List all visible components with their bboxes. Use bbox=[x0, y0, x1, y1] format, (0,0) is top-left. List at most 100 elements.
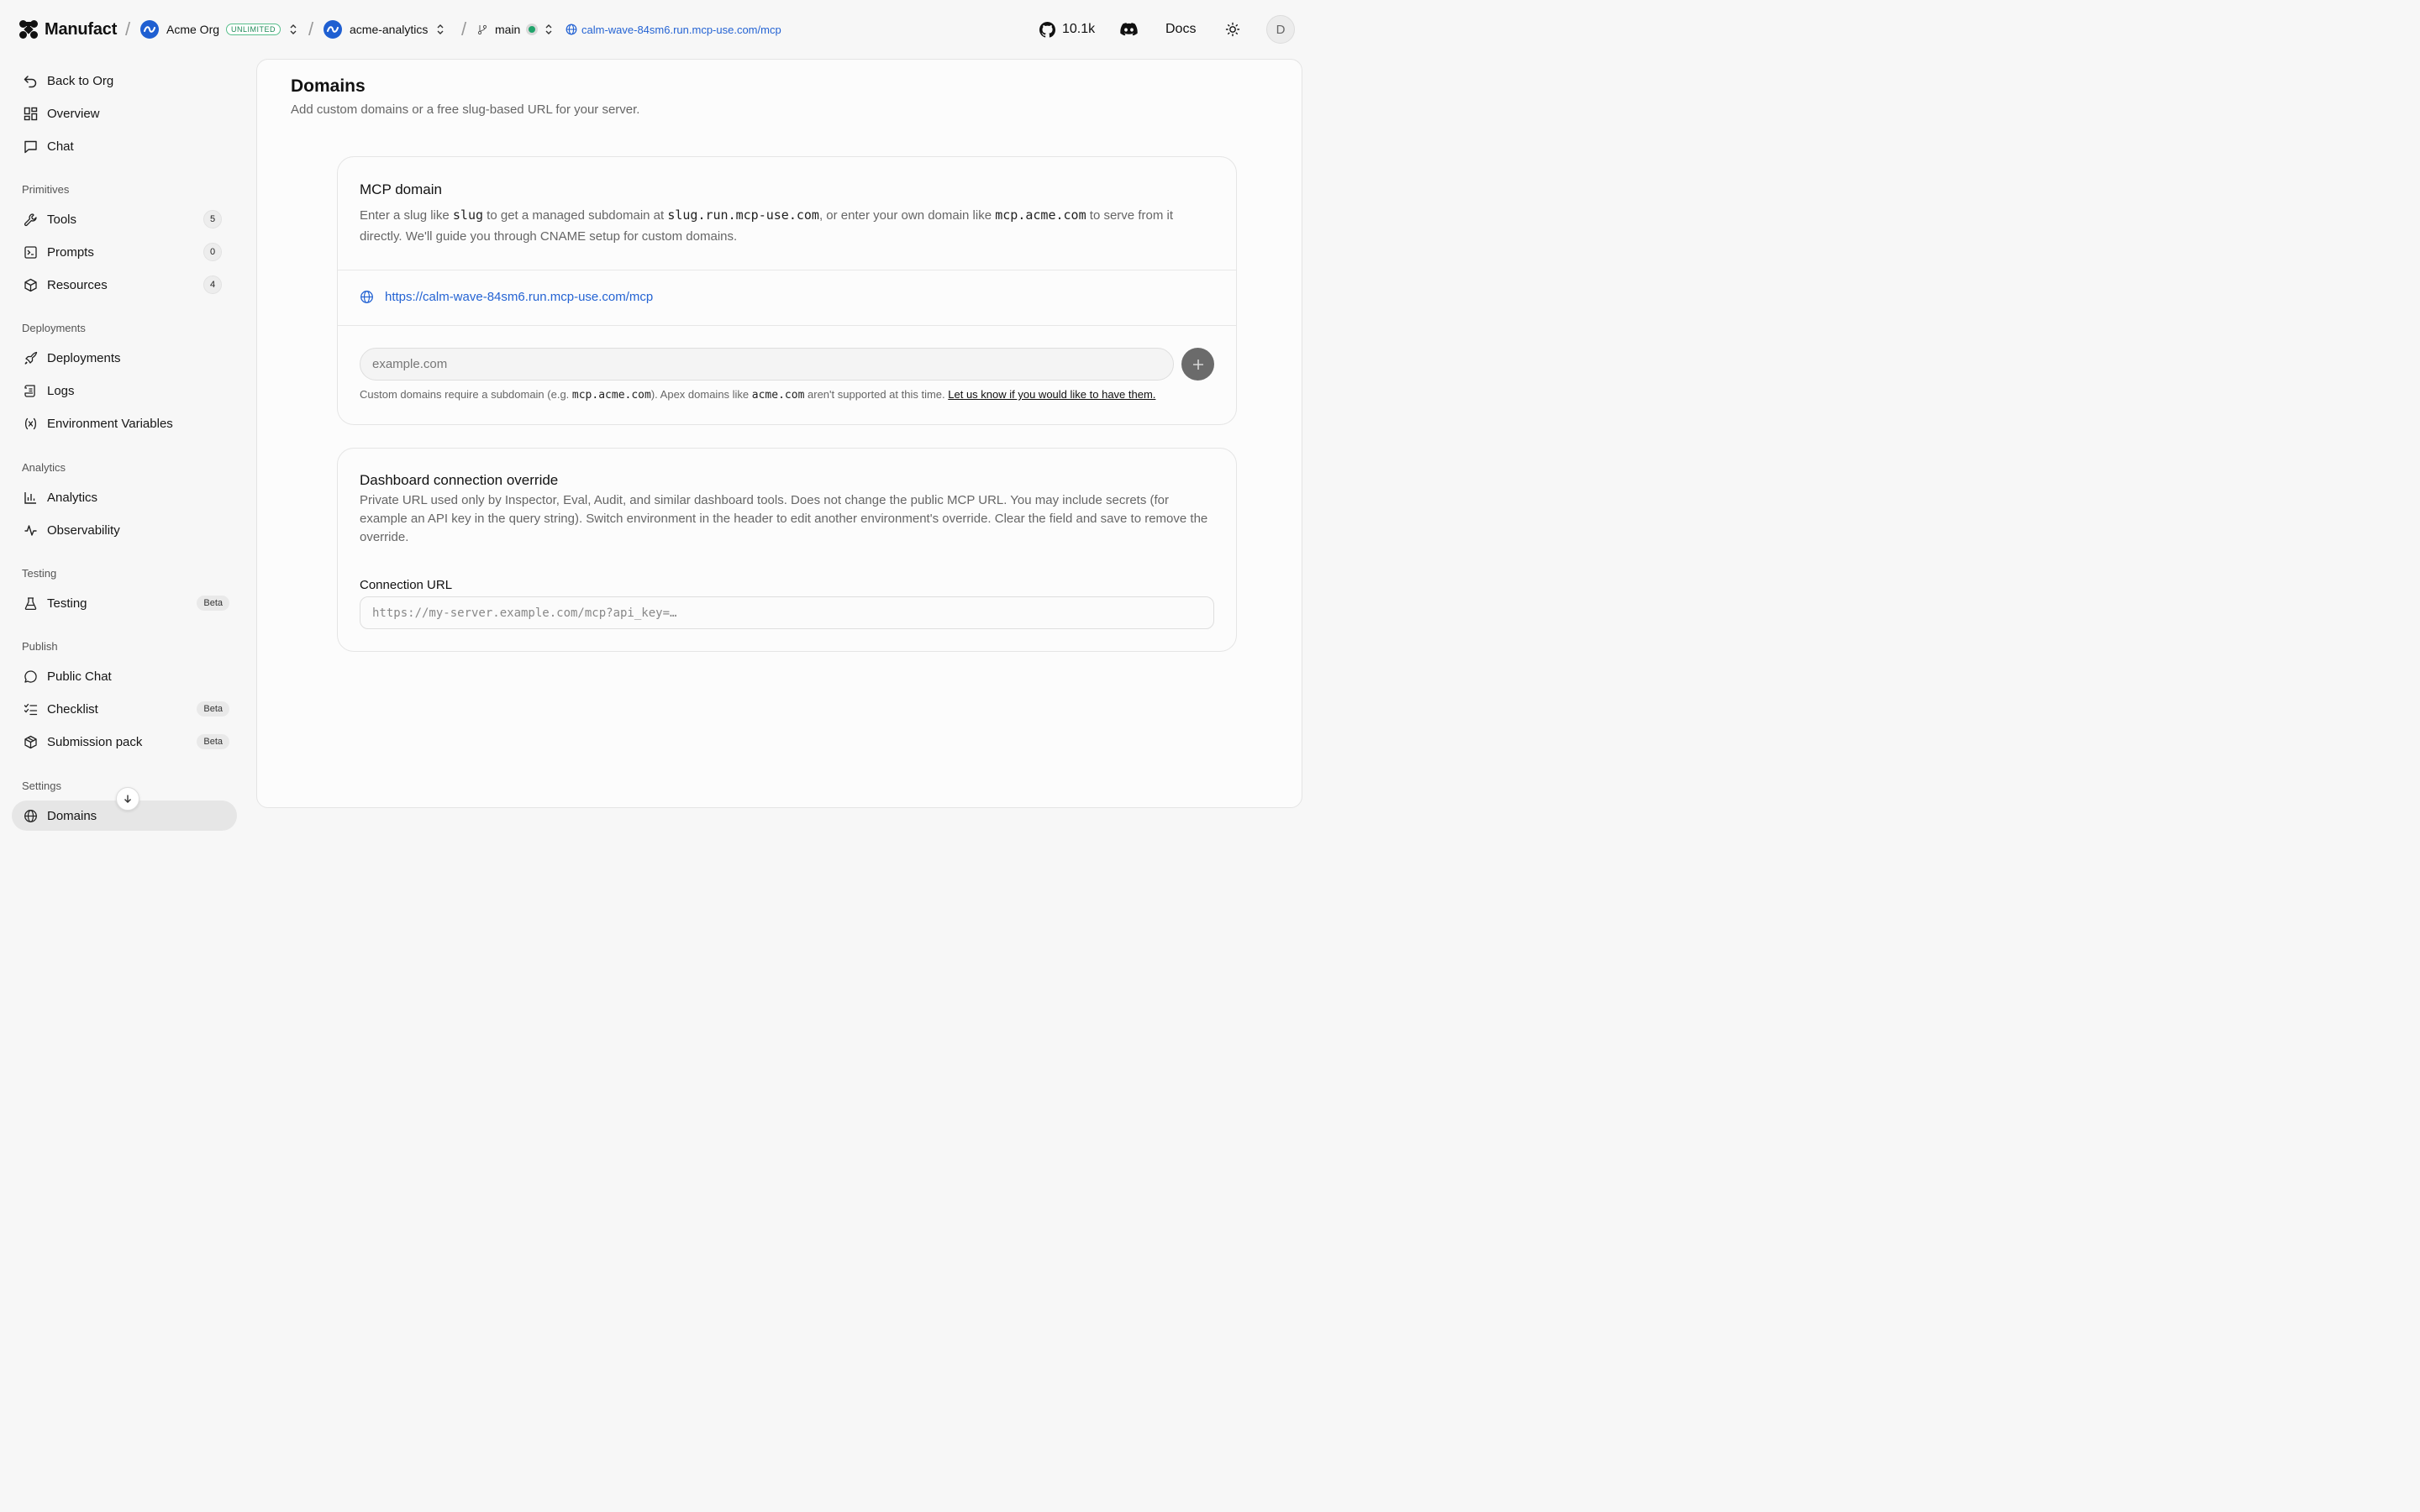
section-label-settings: Settings bbox=[22, 780, 61, 792]
sidebar-item-testing[interactable]: Testing Beta bbox=[12, 588, 237, 618]
connection-url-input[interactable]: https://my-server.example.com/mcp?api_ke… bbox=[360, 596, 1214, 629]
avatar: D bbox=[1266, 15, 1295, 44]
count-badge: 0 bbox=[203, 243, 222, 261]
sidebar-item-label: Testing bbox=[47, 596, 87, 611]
breadcrumb-separator: / bbox=[308, 18, 314, 39]
sidebar-item-label: Environment Variables bbox=[47, 416, 173, 431]
section-label-primitives: Primitives bbox=[22, 183, 70, 196]
chevron-updown-icon bbox=[435, 24, 445, 35]
server-url-link[interactable]: calm-wave-84sm6.run.mcp-use.com/mcp bbox=[566, 0, 781, 59]
github-link[interactable]: 10.1k bbox=[1039, 0, 1095, 59]
sidebar-item-public-chat[interactable]: Public Chat bbox=[12, 661, 237, 691]
feedback-link[interactable]: Let us know if you would like to have th… bbox=[948, 388, 1155, 401]
server-url: calm-wave-84sm6.run.mcp-use.com/mcp bbox=[581, 23, 781, 36]
sidebar-item-resources[interactable]: Resources 4 bbox=[12, 270, 237, 300]
page-title: Domains bbox=[291, 76, 366, 96]
package-icon bbox=[22, 733, 39, 750]
main-panel: Domains Add custom domains or a free slu… bbox=[256, 59, 1302, 808]
plus-icon bbox=[1192, 359, 1204, 370]
sidebar-item-tools[interactable]: Tools 5 bbox=[12, 204, 237, 234]
flask-icon bbox=[22, 595, 39, 612]
breadcrumb-separator: / bbox=[125, 18, 131, 39]
sun-icon bbox=[1225, 22, 1240, 37]
breadcrumb-separator: / bbox=[461, 18, 467, 39]
section-label-analytics: Analytics bbox=[22, 461, 66, 474]
bar-chart-icon bbox=[22, 489, 39, 506]
sidebar-item-label: Public Chat bbox=[47, 669, 112, 684]
sidebar-item-label: Tools bbox=[47, 212, 77, 227]
card-description: Enter a slug like slug to get a managed … bbox=[360, 207, 1173, 244]
page-subtitle: Add custom domains or a free slug-based … bbox=[291, 102, 640, 117]
discord-link[interactable] bbox=[1120, 0, 1138, 59]
sidebar: Back to Org Overview Chat Primitives Too… bbox=[0, 59, 252, 831]
sidebar-item-label: Logs bbox=[47, 383, 75, 398]
top-bar: Manufact / Acme Org UNLIMITED / acme-ana… bbox=[0, 0, 1318, 59]
org-avatar-icon bbox=[140, 20, 159, 39]
card-title: MCP domain bbox=[360, 181, 442, 197]
sidebar-item-label: Overview bbox=[47, 106, 100, 121]
sidebar-item-label: Back to Org bbox=[47, 73, 114, 88]
sidebar-item-environment-variables[interactable]: Environment Variables bbox=[12, 408, 237, 438]
sidebar-item-label: Deployments bbox=[47, 350, 121, 365]
docs-link[interactable]: Docs bbox=[1165, 0, 1196, 59]
back-arrow-icon bbox=[22, 72, 39, 89]
beta-badge: Beta bbox=[197, 701, 229, 717]
globe-icon bbox=[22, 807, 39, 824]
theme-toggle[interactable] bbox=[1225, 0, 1240, 59]
section-label-deployments: Deployments bbox=[22, 322, 86, 334]
activity-icon bbox=[22, 522, 39, 538]
chevron-updown-icon bbox=[544, 24, 554, 35]
sidebar-item-label: Analytics bbox=[47, 490, 98, 505]
sidebar-item-label: Resources bbox=[47, 277, 108, 292]
sidebar-item-label: Submission pack bbox=[47, 734, 143, 749]
sidebar-item-observability[interactable]: Observability bbox=[12, 515, 237, 545]
branch-switcher[interactable]: main bbox=[476, 0, 554, 59]
sidebar-item-checklist[interactable]: Checklist Beta bbox=[12, 694, 237, 724]
chevron-updown-icon bbox=[288, 24, 298, 35]
project-avatar-icon bbox=[324, 20, 342, 39]
managed-domain-link[interactable]: https://calm-wave-84sm6.run.mcp-use.com/… bbox=[385, 290, 653, 304]
brand-name: Manufact bbox=[45, 19, 118, 39]
sidebar-item-analytics[interactable]: Analytics bbox=[12, 482, 237, 512]
add-domain-button[interactable] bbox=[1181, 348, 1214, 381]
rocket-icon bbox=[22, 349, 39, 366]
status-dot-icon bbox=[526, 24, 539, 35]
section-label-testing: Testing bbox=[22, 567, 57, 580]
sidebar-item-logs[interactable]: Logs bbox=[12, 375, 237, 406]
chat-icon bbox=[22, 138, 39, 155]
org-switcher[interactable]: Acme Org UNLIMITED bbox=[140, 0, 298, 59]
custom-domain-note: Custom domains require a subdomain (e.g.… bbox=[360, 388, 1156, 402]
plan-badge: UNLIMITED bbox=[226, 24, 281, 35]
custom-domain-input[interactable]: example.com bbox=[360, 348, 1174, 381]
arrow-down-icon bbox=[123, 794, 133, 804]
scroll-icon bbox=[22, 382, 39, 399]
sidebar-item-label: Prompts bbox=[47, 244, 94, 260]
project-switcher[interactable]: acme-analytics bbox=[324, 0, 445, 59]
project-name: acme-analytics bbox=[350, 23, 429, 36]
sidebar-item-deployments[interactable]: Deployments bbox=[12, 343, 237, 373]
chat-bubble-icon bbox=[22, 668, 39, 685]
count-badge: 4 bbox=[203, 276, 222, 294]
org-name: Acme Org bbox=[166, 23, 220, 36]
card-title: Dashboard connection override bbox=[360, 472, 559, 488]
sidebar-item-label: Checklist bbox=[47, 701, 98, 717]
connection-url-label: Connection URL bbox=[360, 578, 453, 592]
git-branch-icon bbox=[476, 24, 488, 35]
terminal-icon bbox=[22, 244, 39, 260]
brand-logo[interactable]: Manufact bbox=[18, 0, 117, 59]
scroll-down-button[interactable] bbox=[116, 787, 139, 811]
sidebar-item-chat[interactable]: Chat bbox=[12, 131, 237, 161]
globe-icon bbox=[360, 290, 374, 304]
user-menu[interactable]: D bbox=[1266, 0, 1295, 59]
dashboard-override-card: Dashboard connection override Private UR… bbox=[337, 448, 1237, 652]
mcp-domain-card: MCP domain Enter a slug like slug to get… bbox=[337, 156, 1237, 425]
sidebar-item-label: Domains bbox=[47, 808, 97, 823]
sidebar-item-back-to-org[interactable]: Back to Org bbox=[12, 66, 237, 96]
sidebar-item-submission-pack[interactable]: Submission pack Beta bbox=[12, 727, 237, 757]
wrench-icon bbox=[22, 211, 39, 228]
count-badge: 5 bbox=[203, 210, 222, 228]
sidebar-item-prompts[interactable]: Prompts 0 bbox=[12, 237, 237, 267]
github-stars: 10.1k bbox=[1062, 22, 1096, 36]
sidebar-item-overview[interactable]: Overview bbox=[12, 98, 237, 129]
github-icon bbox=[1039, 21, 1055, 38]
